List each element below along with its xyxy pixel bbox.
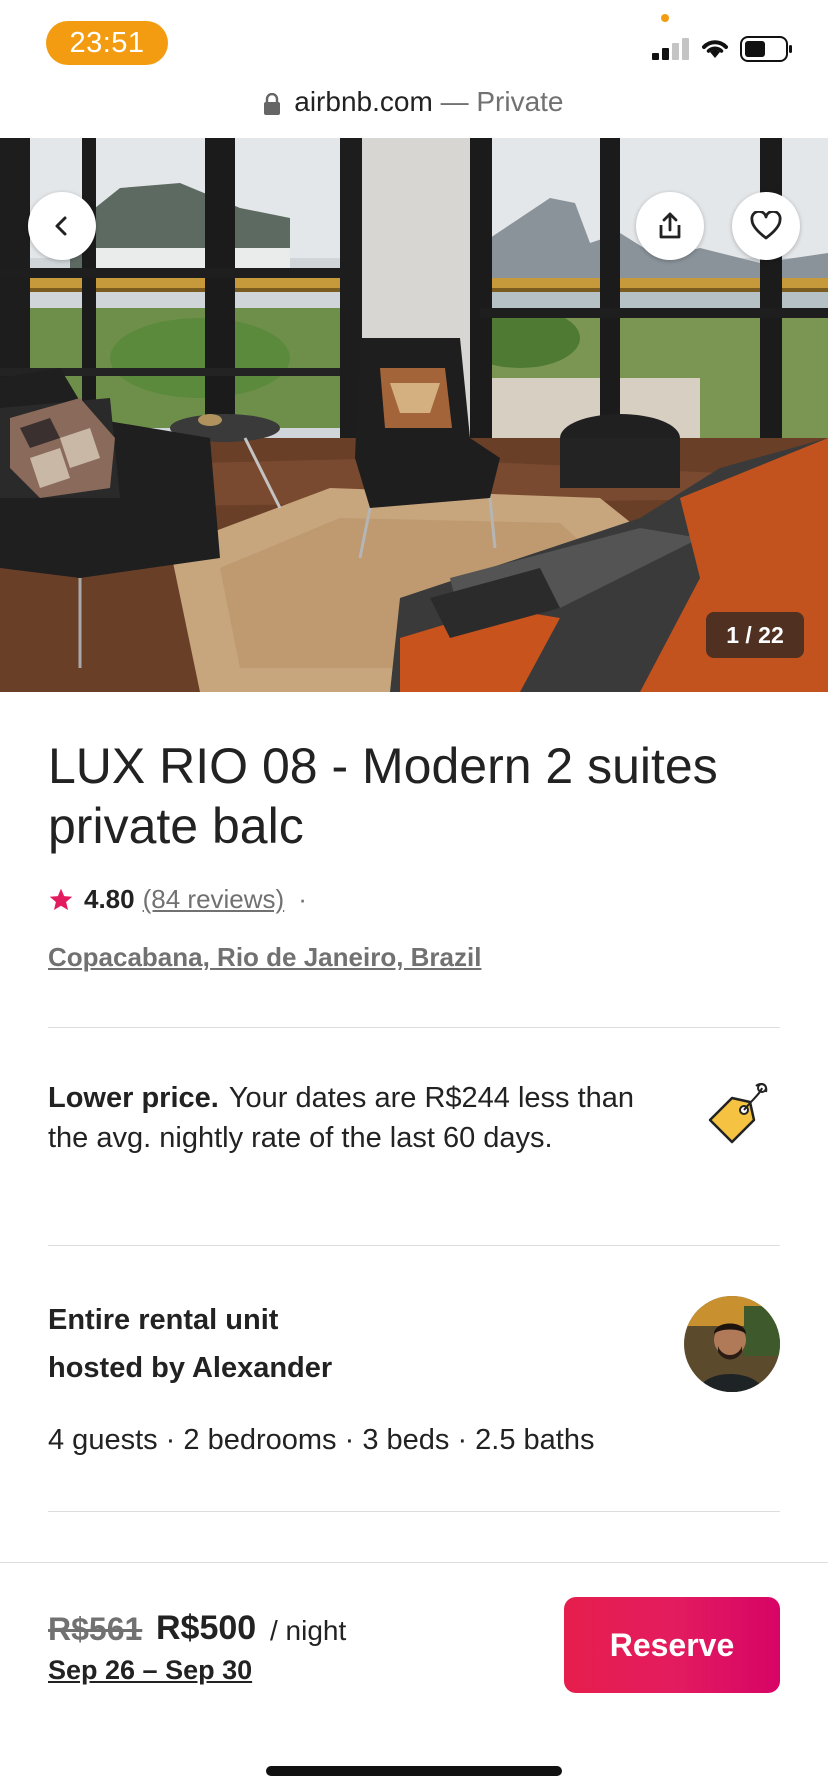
photo-counter: 1 / 22 xyxy=(706,612,804,658)
hosted-by: hosted by Alexander xyxy=(48,1352,333,1384)
price-tag-icon xyxy=(708,1083,768,1144)
status-time: 23:51 xyxy=(46,21,168,65)
status-bar: 23:51 xyxy=(0,0,828,80)
listing-capacity: 4 guests · 2 bedrooms · 3 beds · 2.5 bat… xyxy=(48,1424,595,1456)
privacy-indicator-dot xyxy=(661,14,669,22)
booking-bar: R$561 R$500 / night Sep 26 – Sep 30 Rese… xyxy=(0,1562,828,1792)
dot-separator: · xyxy=(298,884,307,914)
star-icon xyxy=(49,888,73,910)
listing-photo-gallery[interactable]: 1 / 22 xyxy=(0,138,828,692)
lower-price-heading: Lower price. xyxy=(48,1082,219,1114)
heart-icon xyxy=(750,211,782,240)
url-separator: — xyxy=(440,86,469,117)
browser-url-bar[interactable]: airbnb.com — Private xyxy=(0,86,828,118)
reserve-button[interactable]: Reserve xyxy=(564,1597,780,1693)
reviews-link[interactable]: (84 reviews) xyxy=(143,884,285,915)
url-domain: airbnb.com xyxy=(294,86,433,117)
battery-icon xyxy=(740,36,792,62)
share-button[interactable] xyxy=(636,192,704,260)
listing-title: LUX RIO 08 - Modern 2 suites private bal… xyxy=(48,738,718,854)
wifi-icon xyxy=(702,40,728,58)
save-wishlist-button[interactable] xyxy=(732,192,800,260)
share-icon xyxy=(659,212,681,239)
selected-dates-link[interactable]: Sep 26 – Sep 30 xyxy=(48,1655,252,1686)
lock-icon xyxy=(264,92,281,115)
back-button[interactable] xyxy=(28,192,96,260)
rating-row: 4.80 (84 reviews) · xyxy=(48,884,307,915)
divider xyxy=(48,1511,780,1512)
host-avatar[interactable] xyxy=(684,1296,780,1392)
discounted-price: R$500 xyxy=(156,1609,257,1647)
host-photo xyxy=(684,1296,780,1392)
home-indicator[interactable] xyxy=(266,1766,562,1776)
lower-price-notice: Lower price. Your dates are R$244 less th… xyxy=(48,1078,648,1158)
property-type: Entire rental unit xyxy=(48,1304,279,1336)
per-night-label: / night xyxy=(270,1615,347,1646)
chevron-left-icon xyxy=(55,216,67,236)
location-link[interactable]: Copacabana, Rio de Janeiro, Brazil xyxy=(48,942,481,973)
cellular-signal-icon xyxy=(652,38,689,60)
divider xyxy=(48,1027,780,1028)
host-summary: Entire rental unit hosted by Alexander xyxy=(48,1296,568,1392)
private-mode-label: Private xyxy=(476,86,564,117)
rating-value: 4.80 xyxy=(84,884,135,914)
original-price: R$561 xyxy=(48,1611,143,1647)
listing-photo xyxy=(0,138,828,692)
divider xyxy=(48,1245,780,1246)
